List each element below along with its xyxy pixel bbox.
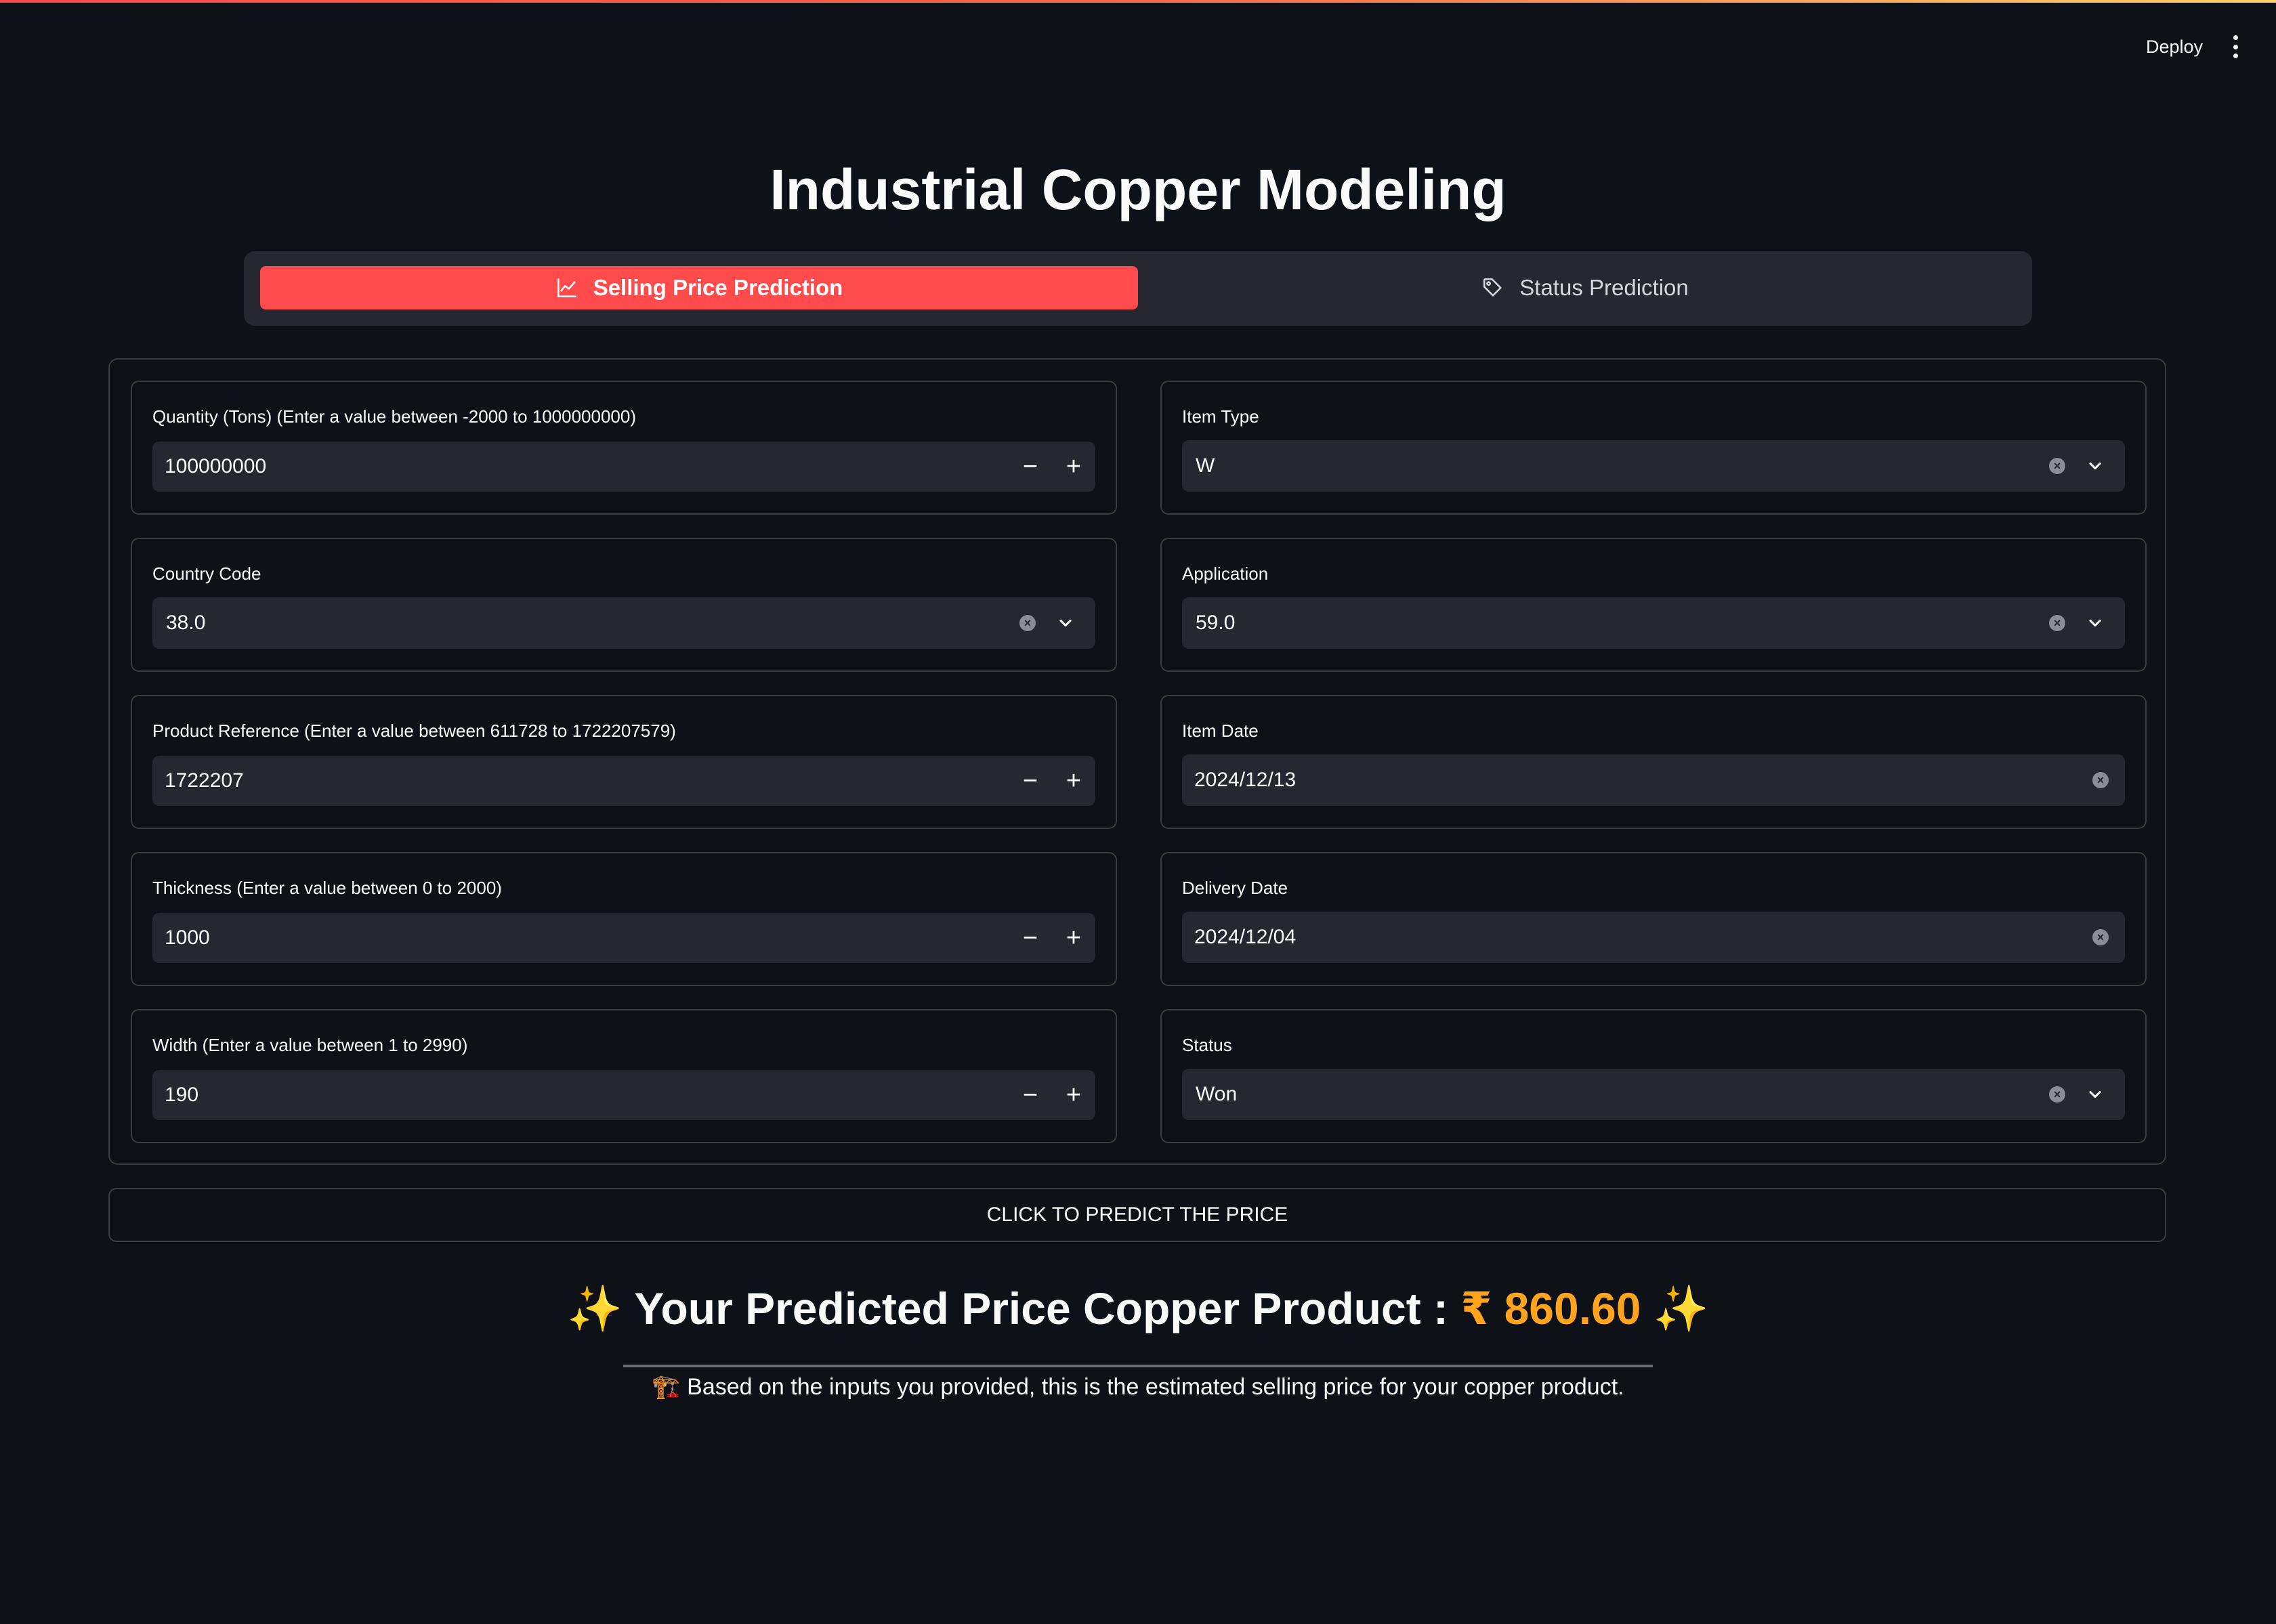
field-label: Quantity (Tons) (Enter a value between -…	[152, 406, 637, 427]
field-label: Delivery Date	[1182, 878, 1288, 898]
application-field: Application 59.0 ×	[1160, 538, 2147, 672]
select-value[interactable]: Won	[1182, 1083, 2049, 1106]
chevron-down-icon[interactable]	[2082, 610, 2109, 637]
result-text: Your Predicted Price Copper Product :	[634, 1283, 1448, 1333]
thickness-field: Thickness (Enter a value between 0 to 20…	[131, 852, 1117, 986]
item-date-field: Item Date 2024/12/13 ×	[1160, 695, 2147, 829]
status-field: Status Won ×	[1160, 1009, 2147, 1143]
result-note: 🏗️ Based on the inputs you provided, thi…	[0, 1373, 2276, 1401]
decrement-button[interactable]: −	[1009, 756, 1052, 806]
input-value[interactable]: 1722207	[152, 769, 1009, 792]
construction-icon: 🏗️	[652, 1374, 681, 1400]
clear-icon[interactable]: ×	[1019, 615, 1036, 631]
field-label: Width (Enter a value between 1 to 2990)	[152, 1035, 468, 1055]
clear-icon[interactable]: ×	[2049, 458, 2065, 474]
select-value[interactable]: 38.0	[152, 612, 1019, 635]
input-value[interactable]: 190	[152, 1084, 1009, 1107]
clear-icon[interactable]: ×	[2049, 615, 2065, 631]
increment-button[interactable]: +	[1052, 442, 1095, 492]
item-date-input[interactable]: 2024/12/13 ×	[1182, 754, 2125, 806]
increment-button[interactable]: +	[1052, 913, 1095, 963]
status-select[interactable]: Won ×	[1182, 1069, 2125, 1120]
field-label: Item Date	[1182, 721, 1259, 741]
note-text: Based on the inputs you provided, this i…	[687, 1374, 1624, 1400]
item-type-field: Item Type W ×	[1160, 381, 2147, 515]
page-title: Industrial Copper Modeling	[770, 158, 1506, 221]
field-label: Thickness (Enter a value between 0 to 20…	[152, 878, 502, 898]
country-code-select[interactable]: 38.0 ×	[152, 597, 1095, 649]
select-value[interactable]: 59.0	[1182, 612, 2049, 635]
product-reference-field: Product Reference (Enter a value between…	[131, 695, 1117, 829]
field-label: Country Code	[152, 563, 261, 584]
field-label: Application	[1182, 563, 1269, 584]
input-value[interactable]: 1000	[152, 926, 1009, 949]
deploy-button[interactable]: Deploy	[2146, 37, 2203, 58]
decrement-button[interactable]: −	[1009, 913, 1052, 963]
field-label: Product Reference (Enter a value between…	[152, 721, 676, 741]
tab-label: Selling Price Prediction	[593, 275, 843, 300]
country-code-field: Country Code 38.0 ×	[131, 538, 1117, 672]
tab-label: Status Prediction	[1519, 275, 1689, 300]
input-form: Quantity (Tons) (Enter a value between -…	[108, 358, 2166, 1165]
chevron-down-icon[interactable]	[2082, 452, 2109, 479]
top-decoration-bar	[0, 0, 2276, 3]
thickness-input[interactable]: 1000 − +	[152, 913, 1095, 963]
predicted-price-value: ₹ 860.60	[1460, 1283, 1641, 1333]
field-label: Status	[1182, 1035, 1232, 1055]
quantity-input[interactable]: 100000000 − +	[152, 442, 1095, 492]
sparkle-icon: ✨	[1653, 1283, 1710, 1333]
item-type-select[interactable]: W ×	[1182, 440, 2125, 492]
field-label: Item Type	[1182, 406, 1259, 427]
quantity-field: Quantity (Tons) (Enter a value between -…	[131, 381, 1117, 515]
width-input[interactable]: 190 − +	[152, 1070, 1095, 1120]
line-chart-icon	[557, 278, 576, 298]
tab-bar: Selling Price Prediction Status Predicti…	[244, 251, 2032, 326]
chevron-down-icon[interactable]	[2082, 1081, 2109, 1108]
header-toolbar: Deploy	[2146, 35, 2239, 58]
increment-button[interactable]: +	[1052, 1070, 1095, 1120]
decrement-button[interactable]: −	[1009, 1070, 1052, 1120]
clear-icon[interactable]: ×	[2092, 929, 2109, 945]
tag-icon	[1483, 278, 1502, 297]
sparkle-icon: ✨	[566, 1283, 623, 1333]
increment-button[interactable]: +	[1052, 756, 1095, 806]
tab-status-prediction[interactable]: Status Prediction	[1154, 266, 2016, 309]
clear-icon[interactable]: ×	[2049, 1086, 2065, 1103]
input-value[interactable]: 100000000	[152, 455, 1009, 478]
width-field: Width (Enter a value between 1 to 2990) …	[131, 1009, 1117, 1143]
product-reference-input[interactable]: 1722207 − +	[152, 756, 1095, 806]
divider	[623, 1365, 1653, 1367]
clear-icon[interactable]: ×	[2092, 772, 2109, 788]
predicted-price-heading: ✨ Your Predicted Price Copper Product : …	[0, 1283, 2276, 1335]
delivery-date-field: Delivery Date 2024/12/04 ×	[1160, 852, 2147, 986]
decrement-button[interactable]: −	[1009, 442, 1052, 492]
date-value[interactable]: 2024/12/04	[1182, 926, 2092, 949]
predict-price-button[interactable]: CLICK TO PREDICT THE PRICE	[108, 1188, 2166, 1242]
tab-selling-price-prediction[interactable]: Selling Price Prediction	[260, 266, 1138, 309]
delivery-date-input[interactable]: 2024/12/04 ×	[1182, 912, 2125, 963]
more-vertical-icon[interactable]	[2231, 35, 2239, 58]
date-value[interactable]: 2024/12/13	[1182, 769, 2092, 792]
select-value[interactable]: W	[1182, 454, 2049, 477]
chevron-down-icon[interactable]	[1052, 610, 1079, 637]
application-select[interactable]: 59.0 ×	[1182, 597, 2125, 649]
